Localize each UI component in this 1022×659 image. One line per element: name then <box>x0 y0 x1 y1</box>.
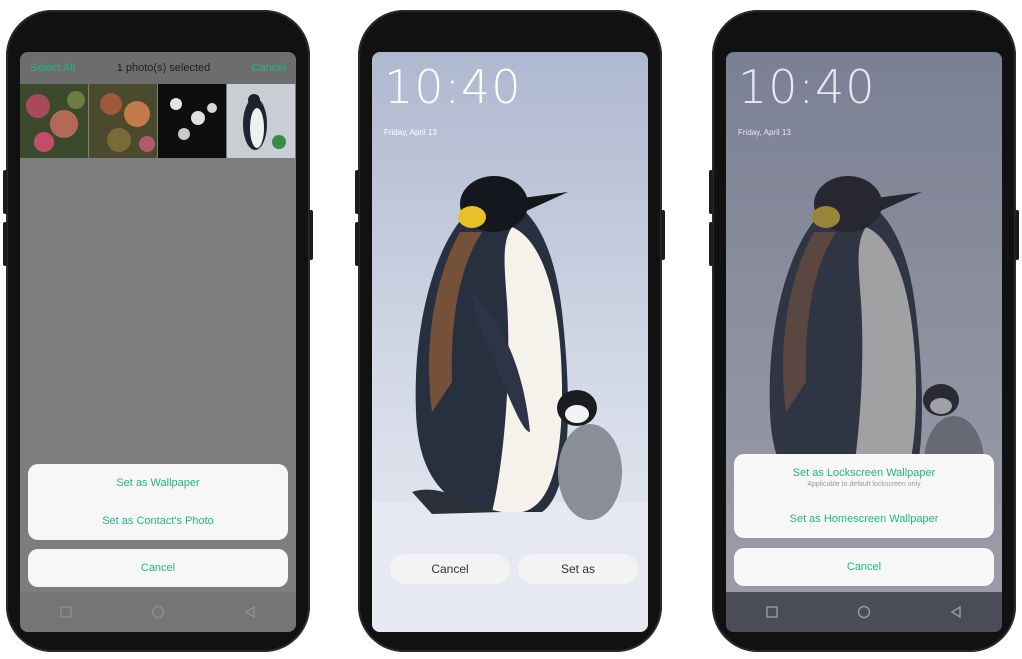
screen: 10:40 Friday, April 13 Set as Lockscreen… <box>726 52 1002 632</box>
cancel-sheet: Cancel <box>734 548 994 586</box>
power-button <box>309 210 313 260</box>
volume-button <box>3 170 7 214</box>
lockscreen-wallpaper-option[interactable]: Set as Lockscreen Wallpaper Applicable t… <box>734 454 994 500</box>
photo-thumbnail[interactable] <box>227 84 295 158</box>
phone-wallpaper-preview: 10:40 Friday, April 13 Cancel Set as <box>355 10 665 652</box>
wallpaper-options-sheet: Set as Lockscreen Wallpaper Applicable t… <box>734 454 994 538</box>
cancel-top-button[interactable]: Cancel <box>252 62 286 74</box>
lockscreen-clock: 10:40 <box>384 60 522 114</box>
set-as-wallpaper-option[interactable]: Set as Wallpaper <box>28 464 288 502</box>
navigation-bar <box>20 592 296 632</box>
select-all-button[interactable]: Select All <box>30 62 75 74</box>
power-button <box>1015 210 1019 260</box>
cancel-button[interactable]: Cancel <box>390 554 510 584</box>
photo-thumbnail-strip <box>20 84 296 158</box>
cancel-sheet: Cancel <box>28 549 288 587</box>
lockscreen-date: Friday, April 13 <box>384 128 437 137</box>
action-sheet: Set as Wallpaper Set as Contact's Photo <box>28 464 288 540</box>
screen: 10:40 Friday, April 13 Cancel Set as <box>372 52 648 632</box>
volume-button <box>355 170 359 214</box>
lockscreen-clock: 10:40 <box>738 60 876 114</box>
square-icon[interactable] <box>765 605 779 619</box>
lockscreen-option-label: Set as Lockscreen Wallpaper <box>792 466 936 479</box>
circle-icon[interactable] <box>857 605 871 619</box>
square-icon[interactable] <box>59 605 73 619</box>
triangle-back-icon[interactable] <box>243 605 257 619</box>
phone-gallery-select: Select All 1 photo(s) selected Cancel Se… <box>3 10 313 652</box>
cancel-sheet-button[interactable]: Cancel <box>734 548 994 586</box>
set-as-contact-photo-option[interactable]: Set as Contact's Photo <box>28 502 288 540</box>
selection-count: 1 photo(s) selected <box>116 62 211 74</box>
phone-set-wallpaper-options: 10:40 Friday, April 13 Set as Lockscreen… <box>709 10 1019 652</box>
photo-thumbnail[interactable] <box>20 84 88 158</box>
dim-overlay <box>726 52 1002 632</box>
screen: Select All 1 photo(s) selected Cancel Se… <box>20 52 296 632</box>
volume-button <box>709 222 713 266</box>
set-as-button[interactable]: Set as <box>518 554 638 584</box>
volume-button <box>355 222 359 266</box>
navigation-bar <box>726 592 1002 632</box>
photo-thumbnail[interactable] <box>89 84 157 158</box>
cancel-sheet-button[interactable]: Cancel <box>28 549 288 587</box>
photo-thumbnail[interactable] <box>158 84 226 158</box>
triangle-back-icon[interactable] <box>949 605 963 619</box>
circle-icon[interactable] <box>151 605 165 619</box>
penguin-wallpaper <box>372 52 648 632</box>
volume-button <box>709 170 713 214</box>
lockscreen-date: Friday, April 13 <box>738 128 791 137</box>
lockscreen-option-subtitle: Applicable to default lockscreen only <box>807 480 921 488</box>
homescreen-wallpaper-option[interactable]: Set as Homescreen Wallpaper <box>734 500 994 538</box>
selection-toolbar: Select All 1 photo(s) selected Cancel <box>20 52 296 84</box>
volume-button <box>3 222 7 266</box>
power-button <box>661 210 665 260</box>
